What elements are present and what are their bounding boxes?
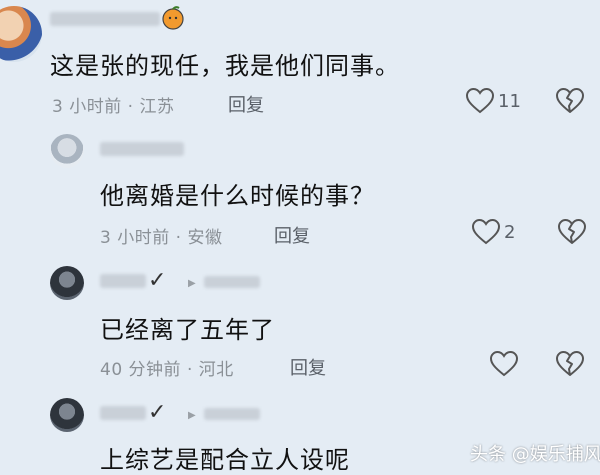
meta-separator: ·	[175, 228, 182, 248]
username[interactable]	[50, 12, 160, 26]
reply-button[interactable]: 回复	[228, 91, 264, 117]
reply-arrow-icon: ▶	[188, 278, 196, 289]
meta-separator: ·	[186, 360, 193, 380]
comment-time: 3 小时前	[100, 228, 170, 248]
user-avatar[interactable]	[50, 398, 84, 432]
broken-heart-icon	[556, 88, 584, 113]
reply-button[interactable]: 回复	[274, 222, 310, 248]
broken-heart-icon	[556, 351, 584, 376]
reply-button[interactable]: 回复	[290, 354, 326, 380]
user-avatar[interactable]	[50, 134, 84, 168]
comment-time: 3 小时前	[52, 97, 122, 117]
comment-location: 江苏	[139, 97, 175, 117]
comment-meta: 3 小时前 · 江苏	[52, 92, 174, 117]
comment-text: 上综艺是配合立人设呢	[100, 446, 350, 474]
verified-check-icon: ✓	[148, 268, 167, 293]
comment-meta: 40 分钟前 · 河北	[100, 355, 234, 380]
heart-icon	[489, 350, 519, 377]
like-count: 11	[498, 91, 521, 112]
username[interactable]	[100, 142, 184, 156]
comment-location: 河北	[198, 360, 234, 380]
comment-text: 这是张的现任，我是他们同事。	[50, 52, 400, 80]
dislike-button[interactable]	[556, 351, 584, 381]
heart-icon	[471, 218, 501, 245]
like-count: 2	[504, 222, 516, 243]
username[interactable]	[100, 274, 146, 288]
comment-meta: 3 小时前 · 安徽	[100, 223, 222, 248]
orange-badge-icon	[160, 4, 186, 30]
comment-text: 已经离了五年了	[100, 316, 275, 344]
reply-arrow-icon: ▶	[188, 410, 196, 421]
username[interactable]	[100, 406, 146, 420]
user-avatar[interactable]	[0, 6, 42, 62]
comment-location: 安徽	[187, 228, 223, 248]
comment-time: 40 分钟前	[100, 360, 182, 380]
replied-username[interactable]	[204, 276, 260, 288]
user-avatar[interactable]	[50, 266, 84, 300]
meta-separator: ·	[127, 97, 134, 117]
verified-check-icon: ✓	[148, 400, 167, 425]
broken-heart-icon	[558, 219, 586, 244]
comment-text: 他离婚是什么时候的事？	[100, 182, 375, 210]
like-button[interactable]	[471, 218, 501, 249]
like-button[interactable]	[489, 350, 519, 381]
replied-username[interactable]	[204, 408, 260, 420]
dislike-button[interactable]	[556, 88, 584, 118]
like-button[interactable]	[465, 87, 495, 118]
watermark: 头条 @娱乐捕风	[470, 444, 600, 465]
dislike-button[interactable]	[558, 219, 586, 249]
heart-icon	[465, 87, 495, 114]
